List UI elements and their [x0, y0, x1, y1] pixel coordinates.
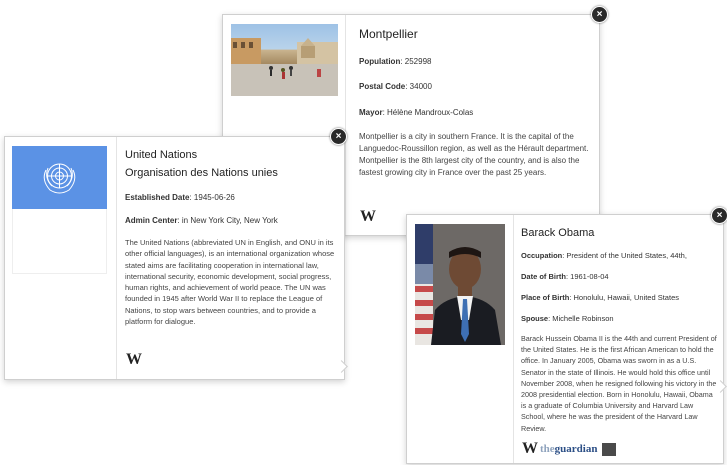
obama-occupation: Occupation: President of the United Stat… — [521, 251, 687, 260]
montpellier-divider — [345, 15, 346, 235]
occupation-value: : President of the United States, 44th, — [562, 251, 687, 260]
un-emblem-icon — [43, 163, 76, 194]
montpellier-population: Population: 252998 — [359, 57, 431, 66]
close-icon[interactable]: × — [711, 207, 727, 224]
guardian-logo-the: the — [540, 443, 555, 456]
wikipedia-icon[interactable]: W — [126, 351, 142, 369]
admin-center-label: Admin Center — [125, 216, 178, 225]
obama-card: Barack Obama Occupation: President of th… — [406, 214, 724, 464]
place-of-birth-label: Place of Birth — [521, 293, 570, 302]
guardian-logo-name: guardian — [554, 443, 598, 456]
admin-center-value: : in New York City, New York — [177, 216, 278, 225]
mayor-value: : Hélène Mandroux-Colas — [382, 108, 474, 117]
place-of-birth-value: : Honolulu, Hawaii, United States — [569, 293, 679, 302]
postal-code-label: Postal Code — [359, 82, 406, 91]
obama-spouse: Spouse: Michelle Robinson — [521, 314, 614, 323]
montpellier-postal-code: Postal Code: 34000 — [359, 82, 432, 91]
obama-title: Barack Obama — [521, 227, 595, 239]
un-established-date: Established Date: 1945-06-26 — [125, 193, 235, 202]
obama-portrait — [415, 224, 505, 345]
un-description: The United Nations (abbreviated UN in En… — [125, 238, 335, 327]
un-subtitle: Organisation des Nations unies — [125, 167, 278, 179]
un-admin-center: Admin Center: in New York City, New York — [125, 216, 278, 225]
obama-place-of-birth: Place of Birth: Honolulu, Hawaii, United… — [521, 293, 679, 302]
montpellier-title: Montpellier — [359, 27, 418, 41]
postal-code-value: : 34000 — [405, 82, 432, 91]
un-image-frame — [12, 209, 107, 274]
population-label: Population — [359, 57, 401, 66]
date-of-birth-label: Date of Birth — [521, 272, 566, 281]
montpellier-description: Montpellier is a city in southern France… — [359, 132, 589, 177]
guardian-logo[interactable]: theguardian — [540, 443, 617, 456]
spouse-value: : Michelle Robinson — [548, 314, 614, 323]
un-divider — [116, 137, 117, 379]
obama-description: Barack Hussein Obama II is the 44th and … — [521, 334, 717, 433]
mayor-label: Mayor — [359, 108, 383, 117]
close-icon[interactable]: × — [591, 6, 608, 23]
guardian-badge-icon — [602, 443, 617, 456]
obama-divider — [513, 215, 514, 463]
montpellier-photo-scene — [231, 38, 338, 96]
population-value: : 252998 — [400, 57, 432, 66]
spouse-label: Spouse — [521, 314, 549, 323]
date-of-birth-value: : 1961-08-04 — [566, 272, 609, 281]
montpellier-photo — [231, 24, 338, 96]
obama-photo — [415, 224, 505, 345]
wikipedia-icon[interactable]: W — [522, 440, 538, 458]
montpellier-mayor: Mayor: Hélène Mandroux-Colas — [359, 108, 473, 117]
occupation-label: Occupation — [521, 251, 563, 260]
close-icon[interactable]: × — [330, 128, 347, 145]
obama-date-of-birth: Date of Birth: 1961-08-04 — [521, 272, 609, 281]
established-value: : 1945-06-26 — [189, 193, 235, 202]
wikipedia-icon[interactable]: W — [360, 208, 376, 226]
established-label: Established Date — [125, 193, 190, 202]
un-flag — [12, 146, 107, 209]
un-card: United Nations Organisation des Nations … — [4, 136, 345, 380]
un-title: United Nations — [125, 149, 198, 161]
